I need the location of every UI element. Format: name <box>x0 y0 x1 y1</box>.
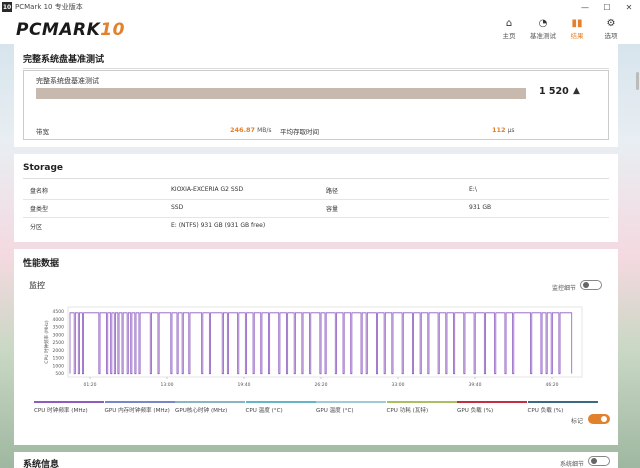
main-nav: ⌂ 主页 ◔ 基准测试 ▮▮ 结果 ⚙ 选项 <box>494 16 626 41</box>
y-tick-label: 4000 <box>53 317 65 323</box>
legend-label: GPU 内存时钟频率 (MHz) <box>104 408 170 414</box>
legend-swatch <box>316 401 386 403</box>
y-tick-label: 500 <box>55 371 64 377</box>
disk-name-value: KIOXIA-EXCERIA G2 SSD <box>171 186 244 193</box>
y-tick-label: 4500 <box>53 309 65 315</box>
legend-item[interactable]: GPU 负载 (%) <box>457 401 527 414</box>
monitor-detail-toggle[interactable] <box>580 280 602 290</box>
gear-icon: ⚙ <box>606 17 616 29</box>
mark-label: 标记 <box>571 418 584 425</box>
row-divider <box>23 217 609 218</box>
score-value: 1 520 <box>539 86 569 97</box>
x-tick-label: 33:00 <box>392 382 405 388</box>
pcmark-logo: PCMARK10 <box>16 20 125 40</box>
y-axis-label: CPU 时钟频率 (MHz) <box>43 320 50 363</box>
system-info-title: 系统信息 <box>23 460 60 468</box>
monitor-detail-label: 监控细节 <box>552 285 577 292</box>
monitoring-chart: 45004000350030002500200015001000500CPU 时… <box>43 306 583 388</box>
warning-icon[interactable]: ▲ <box>573 86 580 96</box>
divider <box>23 178 609 179</box>
app-icon: 10 <box>2 2 12 12</box>
maximize-button[interactable]: ☐ <box>596 0 618 14</box>
score-card-title: 完整系统盘基准测试 <box>36 77 99 85</box>
legend-swatch <box>527 401 598 403</box>
legend-label: GPU 负载 (%) <box>457 408 494 414</box>
storage-title: Storage <box>23 163 64 173</box>
home-icon: ⌂ <box>505 17 513 29</box>
x-tick-label: 46:20 <box>546 382 559 388</box>
window-title: PCMark 10 专业版本 <box>15 3 83 11</box>
x-tick-label: 13:00 <box>161 382 174 388</box>
y-tick-label: 1000 <box>53 363 65 369</box>
x-tick-label: 19:40 <box>238 382 251 388</box>
legend-label: GPU 温度 (°C) <box>316 408 354 414</box>
system-info-panel: 系统信息 系统细节 <box>14 452 618 468</box>
capacity-label: 容量 <box>326 206 339 213</box>
legend-swatch <box>175 401 245 403</box>
nav-home[interactable]: ⌂ 主页 <box>494 16 524 41</box>
mark-toggle[interactable] <box>588 414 610 424</box>
legend-label: CPU 时钟频率 (MHz) <box>34 408 88 414</box>
minimize-button[interactable]: — <box>574 0 596 14</box>
capacity-value: 931 GB <box>469 204 492 211</box>
partition-value: E: (NTFS) 931 GB (931 GB free) <box>171 222 266 229</box>
app-header: PCMARK10 ⌂ 主页 ◔ 基准测试 ▮▮ 结果 ⚙ 选项 <box>0 14 640 44</box>
score-card: 完整系统盘基准测试 1 520 ▲ 带宽 246.87 MB/s 平均存取时间 1… <box>23 70 609 140</box>
row-divider <box>23 199 609 200</box>
x-tick-label: 39:40 <box>469 382 482 388</box>
path-value: E:\ <box>469 186 477 193</box>
storage-panel: Storage 盘名称 KIOXIA-EXCERIA G2 SSD 路径 E:\… <box>14 154 618 242</box>
latency-value: 112 μs <box>492 126 515 134</box>
legend-swatch <box>245 401 316 403</box>
nav-options[interactable]: ⚙ 选项 <box>596 16 626 41</box>
benchmark-panel: 完整系统盘基准测试 完整系统盘基准测试 1 520 ▲ 带宽 246.87 MB/… <box>14 44 618 147</box>
disk-type-value: SSD <box>171 204 184 211</box>
performance-panel: 性能数据 监控 监控细节 4500 4000 3500 3000 2500 2000 150… <box>14 249 618 445</box>
system-detail-toggle[interactable] <box>588 456 610 466</box>
legend-item[interactable]: GPU 温度 (°C) <box>316 401 386 414</box>
monitor-label: 监控 <box>29 281 45 290</box>
scrollbar[interactable] <box>636 72 639 90</box>
partition-label: 分区 <box>30 224 43 231</box>
legend-label: CPU 功耗 (瓦特) <box>386 408 429 414</box>
y-tick-label: 1500 <box>53 356 65 362</box>
legend-item[interactable]: CPU 功耗 (瓦特) <box>386 401 457 414</box>
bandwidth-value: 246.87 MB/s <box>230 126 272 134</box>
gauge-icon: ◔ <box>538 17 548 29</box>
latency-label: 平均存取时间 <box>280 128 319 136</box>
score-bar <box>36 88 526 99</box>
legend-item[interactable]: GPU 内存时钟频率 (MHz) <box>104 401 175 414</box>
y-tick-label: 2000 <box>53 348 65 354</box>
close-button[interactable]: ✕ <box>618 0 640 14</box>
legend-label: CPU 温度 (°C) <box>245 408 283 414</box>
legend-swatch <box>457 401 527 403</box>
divider <box>23 68 609 69</box>
system-detail-label: 系统细节 <box>560 461 585 468</box>
benchmark-title: 完整系统盘基准测试 <box>23 55 105 65</box>
legend-swatch <box>104 401 175 403</box>
path-label: 路径 <box>326 188 339 195</box>
x-tick-label: 26:20 <box>315 382 328 388</box>
legend-label: GPU核心时钟 (MHz) <box>175 408 228 414</box>
y-tick-label: 3500 <box>53 325 65 331</box>
disk-name-label: 盘名称 <box>30 188 49 195</box>
legend-label: CPU 负载 (%) <box>527 408 564 414</box>
disk-type-label: 盘类型 <box>30 206 49 213</box>
legend-swatch <box>386 401 457 403</box>
nav-benchmarks[interactable]: ◔ 基准测试 <box>528 16 558 41</box>
nav-results[interactable]: ▮▮ 结果 <box>562 16 592 41</box>
y-tick-label: 3000 <box>53 332 65 338</box>
x-tick-label: 01:20 <box>84 382 97 388</box>
bandwidth-label: 带宽 <box>36 128 49 136</box>
performance-title: 性能数据 <box>23 259 60 269</box>
legend-swatch <box>34 401 104 403</box>
legend-item[interactable]: GPU核心时钟 (MHz) <box>175 401 245 414</box>
legend-item[interactable]: CPU 负载 (%) <box>527 401 598 414</box>
y-tick-label: 2500 <box>53 340 65 346</box>
bar-chart-icon: ▮▮ <box>571 17 583 29</box>
legend-item[interactable]: CPU 温度 (°C) <box>245 401 316 414</box>
legend-item[interactable]: CPU 时钟频率 (MHz) <box>34 401 104 414</box>
title-bar: 10 PCMark 10 专业版本 — ☐ ✕ <box>0 0 640 14</box>
